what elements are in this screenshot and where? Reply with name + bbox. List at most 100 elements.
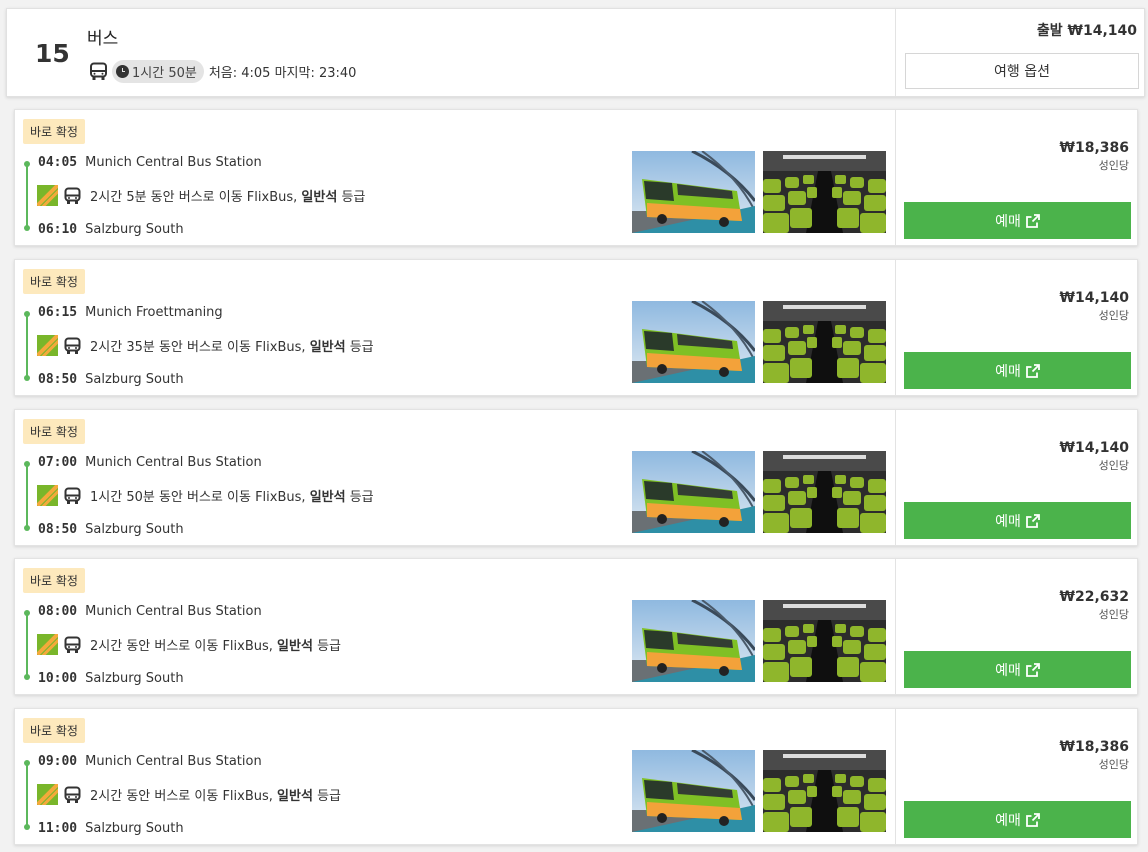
- seat-class-suffix: 등급: [341, 190, 366, 205]
- departure-station: Munich Froettmaning: [85, 305, 223, 320]
- book-button[interactable]: 예매: [904, 202, 1131, 239]
- book-label: 예매: [995, 812, 1021, 829]
- trip-price-panel: ₩18,386 성인당 예매: [895, 709, 1137, 844]
- departure-stop: 04:05 Munich Central Bus Station: [38, 155, 262, 170]
- bus-exterior-photo[interactable]: [632, 301, 755, 383]
- price: ₩14,140: [1059, 440, 1129, 456]
- trip-card: 바로 확정 08:00 Munich Central Bus Station 2…: [14, 558, 1138, 695]
- route-number: 15: [35, 39, 70, 68]
- arrival-stop: 06:10 Salzburg South: [38, 222, 184, 237]
- bus-exterior-photo[interactable]: [632, 750, 755, 832]
- book-label: 예매: [995, 363, 1021, 380]
- price: ₩18,386: [1059, 739, 1129, 755]
- duration-text: 1시간 50분: [132, 66, 197, 81]
- segment-info: 2시간 5분 동안 버스로 이동 FlixBus, 일반석 등급: [37, 185, 365, 206]
- trip-details: 바로 확정 04:05 Munich Central Bus Station 2…: [15, 110, 895, 245]
- book-button[interactable]: 예매: [904, 502, 1131, 539]
- arrival-stop: 10:00 Salzburg South: [38, 671, 184, 686]
- departure-stop: 08:00 Munich Central Bus Station: [38, 604, 262, 619]
- seat-class-suffix: 등급: [349, 490, 374, 505]
- bus-exterior-photo[interactable]: [632, 600, 755, 682]
- arrival-dot: [24, 225, 30, 231]
- departure-dot: [24, 760, 30, 766]
- bus-exterior-photo[interactable]: [632, 451, 755, 533]
- departure-time: 09:00: [38, 754, 78, 769]
- price: ₩22,632: [1059, 589, 1129, 605]
- trip-timeline: [24, 461, 30, 531]
- trip-timeline: [24, 760, 30, 830]
- book-button[interactable]: 예매: [904, 801, 1131, 838]
- bus-icon: [64, 187, 81, 205]
- segment-info: 2시간 동안 버스로 이동 FlixBus, 일반석 등급: [37, 634, 341, 655]
- timeline-line: [26, 164, 28, 230]
- arrival-station: Salzburg South: [85, 522, 184, 537]
- arrival-time: 08:50: [38, 372, 78, 387]
- arrival-time: 06:10: [38, 222, 78, 237]
- segment-duration: 2시간 35분 동안 버스로 이동 FlixBus,: [90, 340, 306, 355]
- bus-interior-photo[interactable]: [763, 151, 886, 233]
- departure-station: Munich Central Bus Station: [85, 604, 262, 619]
- seat-class: 일반석: [277, 639, 313, 654]
- bus-icon: [64, 786, 81, 804]
- price: ₩14,140: [1059, 290, 1129, 306]
- instant-confirm-badge: 바로 확정: [23, 568, 85, 593]
- trip-card: 바로 확정 04:05 Munich Central Bus Station 2…: [14, 109, 1138, 246]
- instant-confirm-badge: 바로 확정: [23, 119, 85, 144]
- bus-exterior-photo[interactable]: [632, 151, 755, 233]
- bus-icon: [89, 62, 108, 81]
- departure-time: 07:00: [38, 455, 78, 470]
- flixbus-logo-icon: [37, 634, 58, 655]
- travel-options-button[interactable]: 여행 옵션: [905, 53, 1139, 89]
- price: ₩18,386: [1059, 140, 1129, 156]
- bus-interior-photo[interactable]: [763, 301, 886, 383]
- route-summary: 15 버스 1시간 50분 처음: 4:05 마지막: 23:40: [7, 9, 895, 96]
- bus-icon: [64, 636, 81, 654]
- departure-dot: [24, 311, 30, 317]
- trip-details: 바로 확정 07:00 Munich Central Bus Station 1…: [15, 410, 895, 545]
- segment-duration: 1시간 50분 동안 버스로 이동 FlixBus,: [90, 490, 306, 505]
- external-link-icon: [1025, 662, 1040, 677]
- departure-station: Munich Central Bus Station: [85, 754, 262, 769]
- timeline-line: [26, 464, 28, 530]
- arrival-time: 11:00: [38, 821, 78, 836]
- trip-card: 바로 확정 06:15 Munich Froettmaning 2시간 35분 …: [14, 259, 1138, 396]
- book-button[interactable]: 예매: [904, 651, 1131, 688]
- arrival-station: Salzburg South: [85, 222, 184, 237]
- instant-confirm-badge: 바로 확정: [23, 718, 85, 743]
- departure-dot: [24, 461, 30, 467]
- timeline-line: [26, 763, 28, 829]
- external-link-icon: [1025, 513, 1040, 528]
- segment-text: 2시간 동안 버스로 이동 FlixBus, 일반석 등급: [90, 785, 341, 804]
- seat-class: 일반석: [309, 490, 346, 505]
- seat-class-suffix: 등급: [317, 789, 341, 804]
- per-adult-label: 성인당: [1098, 159, 1129, 172]
- schedule-text: 처음: 4:05 마지막: 23:40: [208, 66, 357, 81]
- segment-duration: 2시간 동안 버스로 이동 FlixBus,: [90, 639, 273, 654]
- segment-info: 2시간 35분 동안 버스로 이동 FlixBus, 일반석 등급: [37, 335, 374, 356]
- seat-class: 일반석: [301, 190, 338, 205]
- departure-stop: 06:15 Munich Froettmaning: [38, 305, 223, 320]
- bus-interior-photo[interactable]: [763, 451, 886, 533]
- book-button[interactable]: 예매: [904, 352, 1131, 389]
- bus-interior-photo[interactable]: [763, 750, 886, 832]
- arrival-dot: [24, 525, 30, 531]
- trip-price-panel: ₩14,140 성인당 예매: [895, 410, 1137, 545]
- instant-confirm-badge: 바로 확정: [23, 419, 85, 444]
- arrival-stop: 11:00 Salzburg South: [38, 821, 184, 836]
- bus-interior-photo[interactable]: [763, 600, 886, 682]
- arrival-station: Salzburg South: [85, 372, 184, 387]
- trip-timeline: [24, 311, 30, 381]
- segment-info: 2시간 동안 버스로 이동 FlixBus, 일반석 등급: [37, 784, 341, 805]
- trip-card: 바로 확정 09:00 Munich Central Bus Station 2…: [14, 708, 1138, 845]
- duration-pill: 1시간 50분: [112, 60, 204, 83]
- departure-dot: [24, 610, 30, 616]
- arrival-dot: [24, 375, 30, 381]
- depart-price: 출발 ₩14,140: [1036, 23, 1137, 39]
- seat-class-suffix: 등급: [349, 340, 374, 355]
- external-link-icon: [1025, 363, 1040, 378]
- segment-text: 2시간 동안 버스로 이동 FlixBus, 일반석 등급: [90, 635, 341, 654]
- per-adult-label: 성인당: [1098, 309, 1129, 322]
- seat-class: 일반석: [277, 789, 313, 804]
- timeline-line: [26, 613, 28, 679]
- trip-details: 바로 확정 08:00 Munich Central Bus Station 2…: [15, 559, 895, 694]
